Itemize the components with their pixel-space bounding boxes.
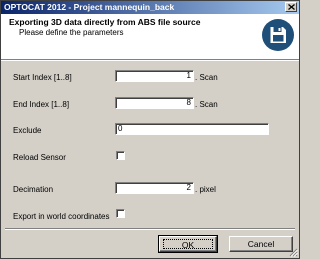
close-button[interactable]: [285, 2, 297, 12]
close-icon: [288, 4, 295, 10]
header-subtitle: Please define the parameters: [19, 28, 124, 37]
exclude-input[interactable]: 0: [115, 123, 269, 135]
export-dialog: OPTOCAT 2012 - Project mannequin_back Ex…: [0, 0, 300, 259]
end-index-unit: . Scan: [195, 100, 218, 109]
end-index-label: End Index [1..8]: [13, 100, 70, 109]
header-title: Exporting 3D data directly from ABS file…: [9, 17, 201, 27]
reload-sensor-label: Reload Sensor: [13, 153, 66, 162]
cancel-button[interactable]: Cancel: [229, 236, 293, 252]
decimation-input[interactable]: 2: [115, 182, 194, 194]
end-index-input[interactable]: 8: [115, 97, 194, 109]
resize-grip-icon[interactable]: [288, 247, 298, 257]
start-index-unit: . Scan: [195, 73, 218, 82]
window-title: OPTOCAT 2012 - Project mannequin_back: [4, 2, 175, 12]
start-index-input[interactable]: 1: [115, 70, 194, 82]
title-bar[interactable]: OPTOCAT 2012 - Project mannequin_back: [1, 1, 299, 14]
floppy-disk-save-icon: [262, 19, 294, 51]
decimation-label: Decimation: [13, 185, 54, 194]
export-world-label: Export in world coordinates: [13, 212, 110, 221]
reload-sensor-checkbox[interactable]: [116, 151, 125, 160]
decimation-unit: . pixel: [195, 185, 216, 194]
ok-button[interactable]: OK: [158, 235, 218, 253]
export-world-checkbox[interactable]: [116, 209, 125, 218]
exclude-label: Exclude: [13, 126, 42, 135]
ok-button-label: OK: [163, 239, 213, 250]
start-index-label: Start Index [1..8]: [13, 73, 72, 82]
